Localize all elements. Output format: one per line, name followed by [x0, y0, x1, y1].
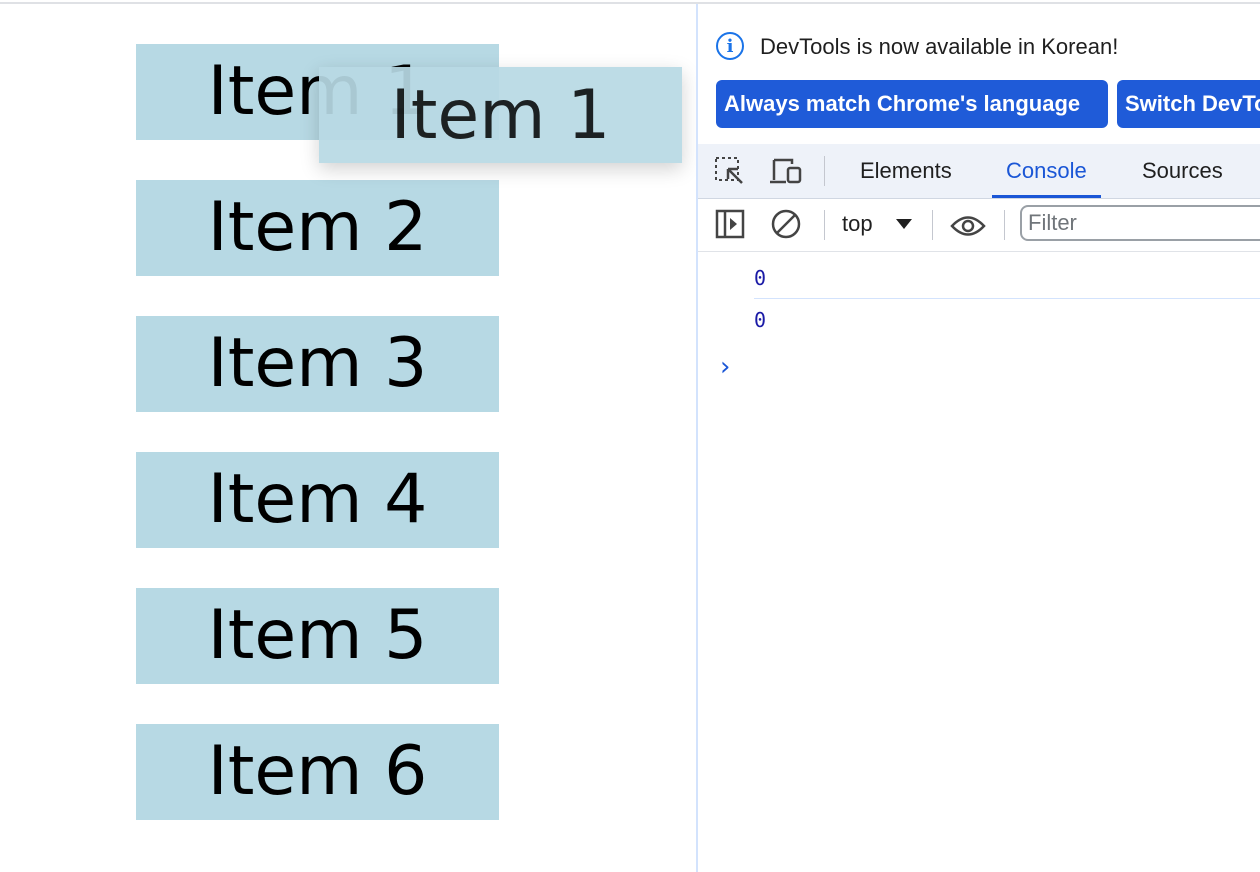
tab-elements[interactable]: Elements — [860, 144, 952, 198]
list-item-label: Item 6 — [207, 732, 428, 811]
tab-console[interactable]: Console — [992, 144, 1101, 198]
clear-console-icon[interactable] — [770, 209, 802, 239]
toolbar-divider — [1004, 210, 1005, 240]
drag-ghost-item[interactable]: Item 1 — [319, 67, 682, 163]
toolbar-divider — [932, 210, 933, 240]
inspect-element-icon[interactable] — [714, 156, 746, 186]
eye-icon[interactable] — [950, 211, 986, 241]
console-message: 0 — [754, 252, 1260, 294]
language-infobar: i DevTools is now available in Korean! A… — [698, 4, 1260, 144]
list-item-label: Item 4 — [207, 460, 428, 539]
infobar-message: DevTools is now available in Korean! — [760, 34, 1119, 59]
list-item-label: Item 2 — [207, 188, 428, 267]
info-icon: i — [716, 32, 744, 60]
context-selector[interactable]: top — [842, 211, 873, 237]
list-item[interactable]: Item 5 — [136, 588, 499, 684]
drag-ghost-label: Item 1 — [390, 75, 611, 155]
console-toolbar: top — [698, 199, 1260, 252]
sidebar-toggle-icon[interactable] — [714, 209, 746, 239]
list-item[interactable]: Item 2 — [136, 180, 499, 276]
page-viewport: Item 1 Item 2 Item 3 Item 4 Item 5 Item … — [0, 4, 696, 872]
console-prompt-chevron-icon[interactable]: › — [720, 352, 730, 382]
always-match-language-button[interactable]: Always match Chrome's language — [716, 80, 1108, 128]
list-item[interactable]: Item 4 — [136, 452, 499, 548]
list-item[interactable]: Item 3 — [136, 316, 499, 412]
devtools-panel: i DevTools is now available in Korean! A… — [696, 4, 1260, 872]
chevron-down-icon[interactable] — [896, 219, 912, 229]
list-item[interactable]: Item 6 — [136, 724, 499, 820]
list-item-label: Item 5 — [207, 596, 428, 675]
tab-sources[interactable]: Sources — [1142, 144, 1223, 198]
console-message: 0 — [754, 294, 1260, 336]
console-message-value: 0 — [754, 266, 767, 290]
devtools-tabbar: Elements Console Sources — [698, 144, 1260, 199]
device-toolbar-icon[interactable] — [770, 156, 802, 186]
toolbar-divider — [824, 210, 825, 240]
list-item-label: Item 3 — [207, 324, 428, 403]
toolbar-divider — [824, 156, 825, 186]
filter-input[interactable] — [1020, 205, 1260, 241]
switch-language-button[interactable]: Switch DevTools to Korean — [1117, 80, 1260, 128]
console-message-value: 0 — [754, 308, 767, 332]
